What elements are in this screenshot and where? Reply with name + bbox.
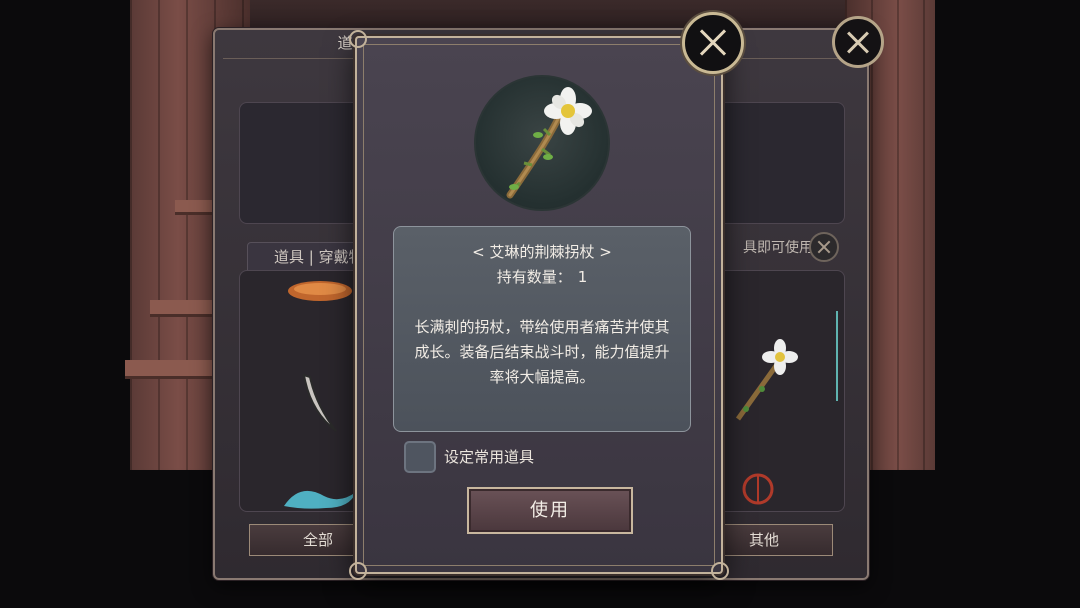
blade-item-icon[interactable] [296,371,346,441]
close-icon[interactable] [682,12,744,74]
background-shelf [150,300,220,317]
quantity-value: 1 [577,268,588,286]
item-name: < 艾琳的荆棘拐杖 > [472,243,612,261]
favorite-checkbox[interactable] [404,441,436,473]
crystal-wing-item-icon[interactable] [280,486,360,511]
amulet-item-icon[interactable] [738,463,778,511]
usage-hint: 具即可使用 [743,240,813,256]
thorn-staff-icon [474,75,610,211]
favorite-label[interactable]: 设定常用道具 [444,446,534,468]
thorn-staff-list-icon[interactable] [726,339,806,429]
item-info-box: < 艾琳的荆棘拐杖 > 持有数量： 1 长满刺的拐杖，带给使用者痛苦并使其成长。装… [393,226,691,432]
mushroom-item-icon[interactable] [280,281,360,311]
item-description: 长满刺的拐杖，带给使用者痛苦并使其成长。装备后结束战斗时，能力值提升率将大幅提高… [414,318,670,386]
corner-ornament [349,30,367,48]
storage-close-icon[interactable] [832,16,884,68]
item-quantity: 持有数量： 1 [394,266,690,287]
hint-close-icon[interactable] [809,232,839,262]
corner-ornament [349,562,367,580]
background-shelf [125,360,215,379]
corner-ornament [711,562,729,580]
quantity-label: 持有数量： [496,268,572,286]
use-button[interactable]: 使用 [467,487,633,534]
list-scrollbar[interactable] [836,311,838,401]
